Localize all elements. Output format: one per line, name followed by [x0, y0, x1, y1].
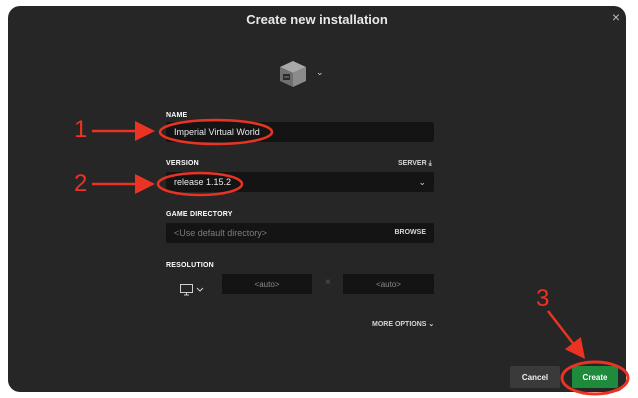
more-options-toggle[interactable]: MORE OPTIONS ⌄: [372, 320, 434, 328]
game-directory-label: GAME DIRECTORY: [166, 211, 233, 218]
chevron-down-icon: ⌄: [428, 321, 435, 328]
resolution-separator: ×: [325, 277, 331, 288]
monitor-icon: [180, 284, 204, 296]
game-directory-input[interactable]: <Use default directory> BROWSE: [166, 223, 434, 243]
annotation-number-1: 1: [74, 116, 88, 143]
resolution-label: RESOLUTION: [166, 262, 214, 269]
server-label: SERVER: [398, 160, 427, 167]
installation-icon-picker[interactable]: ⌄: [278, 59, 338, 99]
resolution-preset-dropdown[interactable]: [180, 283, 206, 301]
server-download-link[interactable]: SERVER ⤓: [398, 160, 432, 168]
more-options-label: MORE OPTIONS: [372, 321, 427, 328]
close-icon[interactable]: ×: [612, 10, 620, 24]
browse-button[interactable]: BROWSE: [395, 229, 427, 236]
cancel-button[interactable]: Cancel: [510, 366, 560, 388]
name-input[interactable]: Imperial Virtual World: [166, 122, 434, 142]
furnace-block-icon: [280, 61, 306, 87]
version-value: release 1.15.2: [174, 177, 232, 187]
game-directory-placeholder: <Use default directory>: [174, 228, 268, 238]
version-select[interactable]: release 1.15.2 ⌄: [166, 172, 434, 192]
create-button[interactable]: Create: [572, 366, 618, 388]
chevron-down-icon: ⌄: [316, 67, 324, 77]
download-icon: ⤓: [428, 160, 432, 167]
installation-dialog: Create new installation × ⌄ NAME Imperia…: [8, 6, 626, 392]
version-label: VERSION: [166, 160, 199, 167]
chevron-down-icon: ⌄: [418, 177, 426, 187]
resolution-height-input[interactable]: <auto>: [343, 274, 434, 294]
annotation-number-3: 3: [536, 285, 550, 312]
resolution-width-input[interactable]: <auto>: [222, 274, 312, 294]
annotation-number-2: 2: [74, 170, 88, 197]
dialog-title: Create new installation: [246, 12, 388, 27]
name-label: NAME: [166, 112, 188, 119]
